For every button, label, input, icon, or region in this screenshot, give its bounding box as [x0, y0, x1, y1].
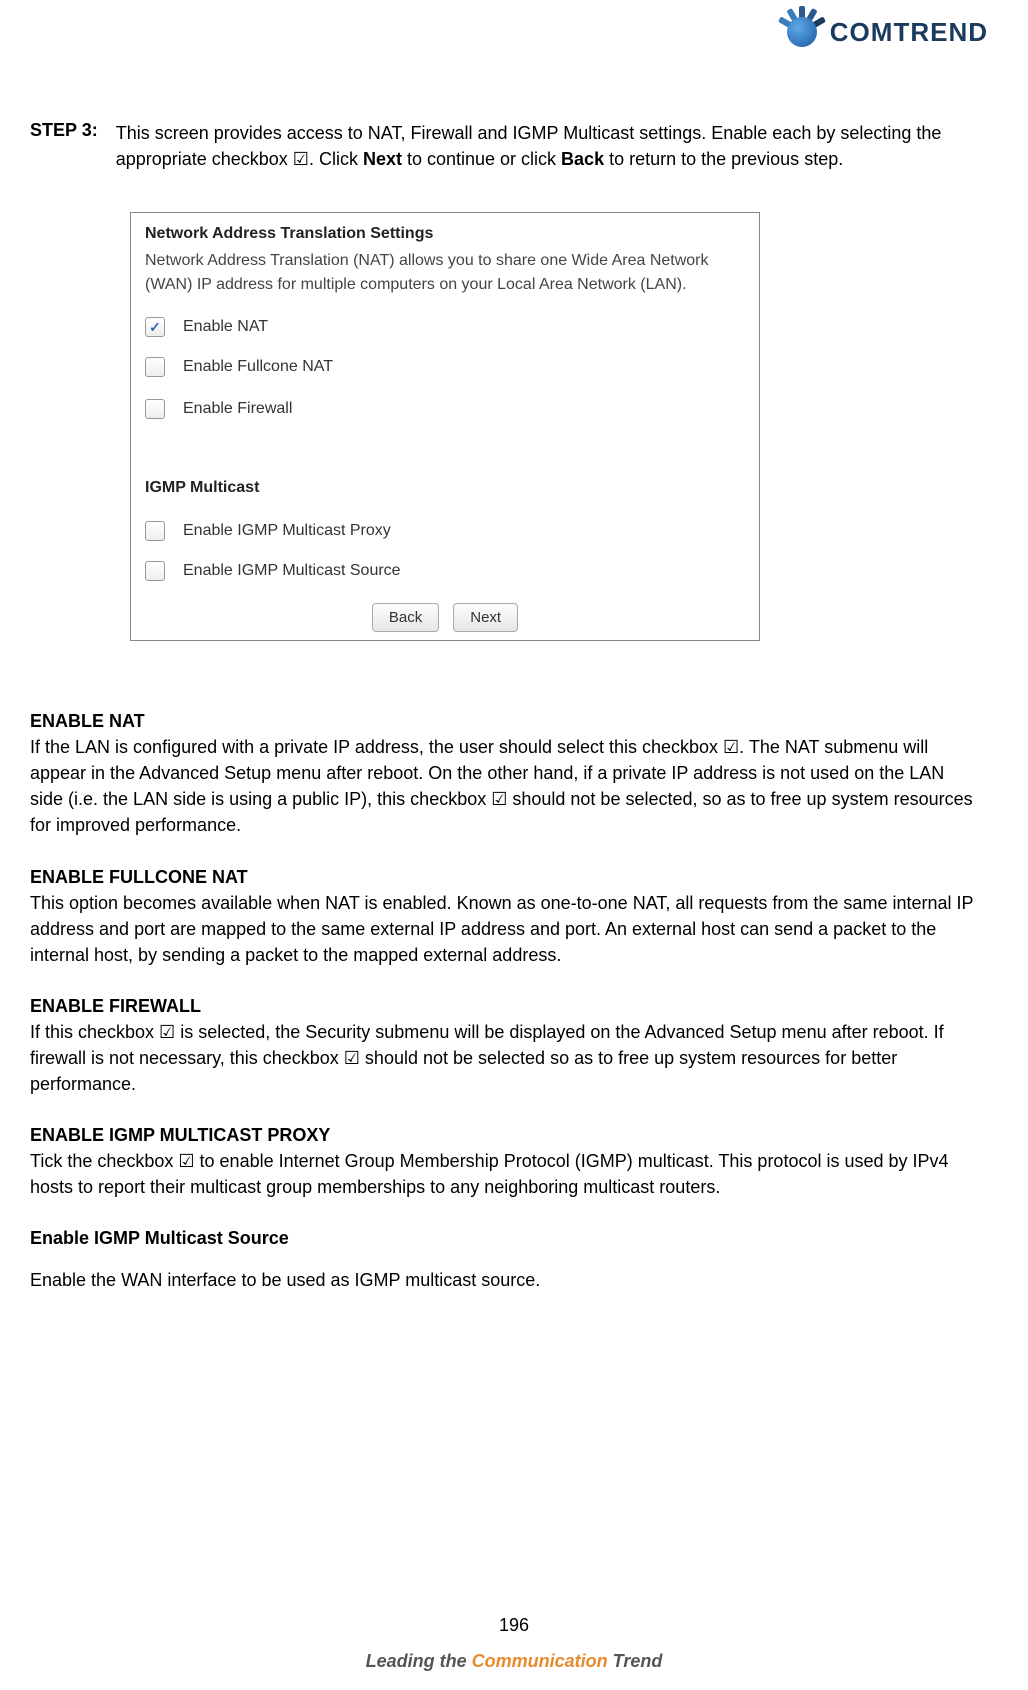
next-button[interactable]: Next: [453, 603, 518, 632]
checkbox-enable-nat[interactable]: [145, 317, 165, 337]
checkbox-igmp-proxy[interactable]: [145, 521, 165, 541]
settings-panel: Network Address Translation Settings Net…: [130, 212, 760, 641]
row-enable-firewall: Enable Firewall: [131, 393, 759, 425]
step-bold-next: Next: [363, 149, 402, 169]
page-number: 196: [0, 1615, 1028, 1636]
step-label: STEP 3:: [30, 120, 98, 172]
footer-t2: Communication: [472, 1651, 608, 1671]
section-enable-nat: ENABLE NAT If the LAN is configured with…: [30, 711, 978, 838]
text-igmp-proxy: Tick the checkbox ☑ to enable Internet G…: [30, 1148, 978, 1200]
section-enable-firewall: ENABLE FIREWALL If this checkbox ☑ is se…: [30, 996, 978, 1097]
footer-t1: Leading the: [366, 1651, 472, 1671]
row-igmp-proxy: Enable IGMP Multicast Proxy: [131, 515, 759, 547]
step-text: This screen provides access to NAT, Fire…: [116, 120, 978, 172]
heading-igmp-source: Enable IGMP Multicast Source: [30, 1228, 978, 1249]
step-text-2: to continue or click: [402, 149, 561, 169]
igmp-title: IGMP Multicast: [131, 473, 759, 515]
footer-t3: Trend: [608, 1651, 663, 1671]
footer-tagline: Leading the Communication Trend: [0, 1651, 1028, 1672]
checkbox-igmp-source[interactable]: [145, 561, 165, 581]
nat-settings-title: Network Address Translation Settings: [131, 213, 759, 249]
step-block: STEP 3: This screen provides access to N…: [30, 120, 978, 172]
heading-enable-firewall: ENABLE FIREWALL: [30, 996, 978, 1017]
back-button[interactable]: Back: [372, 603, 439, 632]
row-enable-nat: Enable NAT: [131, 311, 759, 343]
section-fullcone-nat: ENABLE FULLCONE NAT This option becomes …: [30, 867, 978, 968]
page-content: STEP 3: This screen provides access to N…: [30, 120, 978, 1293]
nat-settings-desc: Network Address Translation (NAT) allows…: [131, 249, 759, 311]
row-fullcone-nat: Enable Fullcone NAT: [131, 351, 759, 383]
section-igmp-source: Enable IGMP Multicast Source Enable the …: [30, 1228, 978, 1293]
step-bold-back: Back: [561, 149, 604, 169]
text-enable-nat: If the LAN is configured with a private …: [30, 734, 978, 838]
text-enable-firewall: If this checkbox ☑ is selected, the Secu…: [30, 1019, 978, 1097]
brand-logo: COMTREND: [780, 10, 988, 54]
section-igmp-proxy: ENABLE IGMP MULTICAST PROXY Tick the che…: [30, 1125, 978, 1200]
label-enable-firewall: Enable Firewall: [183, 400, 292, 418]
logo-icon: [780, 10, 824, 54]
button-row: Back Next: [131, 595, 759, 632]
row-igmp-source: Enable IGMP Multicast Source: [131, 555, 759, 587]
label-fullcone-nat: Enable Fullcone NAT: [183, 358, 333, 376]
checkbox-enable-firewall[interactable]: [145, 399, 165, 419]
heading-fullcone-nat: ENABLE FULLCONE NAT: [30, 867, 978, 888]
heading-igmp-proxy: ENABLE IGMP MULTICAST PROXY: [30, 1125, 978, 1146]
step-text-3: to return to the previous step.: [604, 149, 843, 169]
checkbox-fullcone-nat[interactable]: [145, 357, 165, 377]
brand-name: COMTREND: [830, 17, 988, 48]
heading-enable-nat: ENABLE NAT: [30, 711, 978, 732]
label-igmp-proxy: Enable IGMP Multicast Proxy: [183, 522, 391, 540]
label-igmp-source: Enable IGMP Multicast Source: [183, 562, 401, 580]
text-igmp-source: Enable the WAN interface to be used as I…: [30, 1267, 978, 1293]
text-fullcone-nat: This option becomes available when NAT i…: [30, 890, 978, 968]
label-enable-nat: Enable NAT: [183, 318, 268, 336]
